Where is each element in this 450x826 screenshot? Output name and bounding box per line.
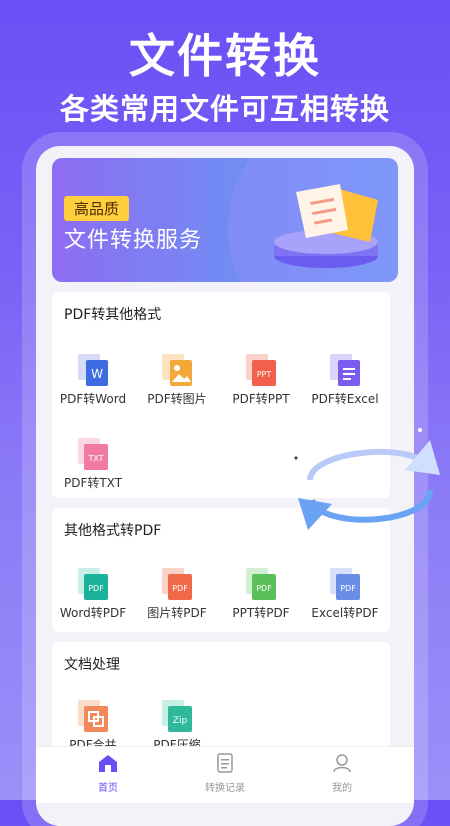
tab-home[interactable]: 首页 [68, 753, 148, 794]
tab-label: 首页 [98, 783, 118, 794]
svg-text:PDF: PDF [88, 584, 104, 593]
svg-text:W: W [91, 367, 103, 381]
doc-file-icon [330, 354, 360, 386]
tab-label: 转换记录 [205, 783, 245, 794]
merge-file-icon [78, 700, 108, 732]
word-file-icon: W [78, 354, 108, 386]
image-file-icon [162, 354, 192, 386]
svg-text:PPT: PPT [257, 370, 272, 379]
quality-badge: 高品质 [64, 196, 130, 221]
pdf-file-icon: PDF [330, 568, 360, 600]
svg-text:TXT: TXT [87, 454, 103, 463]
section-document-processing: 文档处理 PDF合并 Zip PDF压缩 [52, 642, 390, 752]
tool-pdf-to-image[interactable]: PDF转图片 [136, 352, 218, 407]
promo-title: 文件转换 [129, 29, 321, 83]
tool-label: 图片转PDF [147, 606, 207, 620]
zip-file-icon: Zip [162, 700, 192, 732]
banner[interactable]: 高品质 文件转换服务 [52, 158, 398, 282]
pdf-file-icon: PDF [246, 568, 276, 600]
tool-word-to-pdf[interactable]: PDF Word转PDF [52, 566, 134, 621]
pdf-file-icon: PDF [78, 568, 108, 600]
tool-excel-to-pdf[interactable]: PDF Excel转PDF [304, 566, 386, 621]
tool-label: PPT转PDF [232, 606, 290, 620]
tool-pdf-compress[interactable]: Zip PDF压缩 [136, 698, 218, 753]
tool-image-to-pdf[interactable]: PDF 图片转PDF [136, 566, 218, 621]
tab-mine[interactable]: 我的 [302, 753, 382, 794]
tab-history[interactable]: 转换记录 [185, 753, 265, 794]
tool-pdf-to-excel[interactable]: PDF转Excel [304, 352, 386, 407]
tool-label: PDF转PPT [232, 392, 290, 406]
tool-pdf-to-ppt[interactable]: PPT PDF转PPT [220, 352, 302, 407]
home-icon [99, 755, 117, 772]
banner-title: 文件转换服务 [64, 228, 203, 253]
tool-label: PDF转图片 [147, 392, 207, 406]
promo-subtitle: 各类常用文件可互相转换 [59, 92, 390, 126]
tool-ppt-to-pdf[interactable]: PDF PPT转PDF [220, 566, 302, 621]
txt-file-icon: TXT [78, 438, 108, 470]
tool-pdf-merge[interactable]: PDF合并 [52, 698, 134, 753]
tab-label: 我的 [332, 783, 352, 794]
user-icon [333, 754, 351, 773]
svg-text:Zip: Zip [173, 716, 188, 726]
tool-label: PDF转Word [59, 392, 127, 406]
tool-pdf-to-word[interactable]: W PDF转Word [52, 352, 134, 407]
pdf-file-icon: PDF [162, 568, 192, 600]
bottom-tab-bar: 首页 转换记录 我的 [36, 746, 414, 803]
svg-text:PDF: PDF [340, 584, 356, 593]
tool-label: Word转PDF [59, 606, 127, 620]
document-folder-icon [274, 184, 378, 268]
section-title: 文档处理 [64, 657, 120, 673]
section-title: 其他格式转PDF [64, 523, 162, 539]
tool-pdf-to-txt[interactable]: TXT PDF转TXT [52, 436, 134, 491]
tool-label: Excel转PDF [311, 606, 379, 620]
svg-text:PDF: PDF [256, 584, 272, 593]
tool-label: PDF转Excel [311, 392, 379, 406]
convert-arrows-icon [294, 428, 440, 530]
ppt-file-icon: PPT [246, 354, 276, 386]
tool-label: PDF转TXT [63, 476, 123, 490]
svg-text:PDF: PDF [172, 584, 188, 593]
list-icon [217, 753, 233, 773]
section-title: PDF转其他格式 [64, 307, 162, 323]
